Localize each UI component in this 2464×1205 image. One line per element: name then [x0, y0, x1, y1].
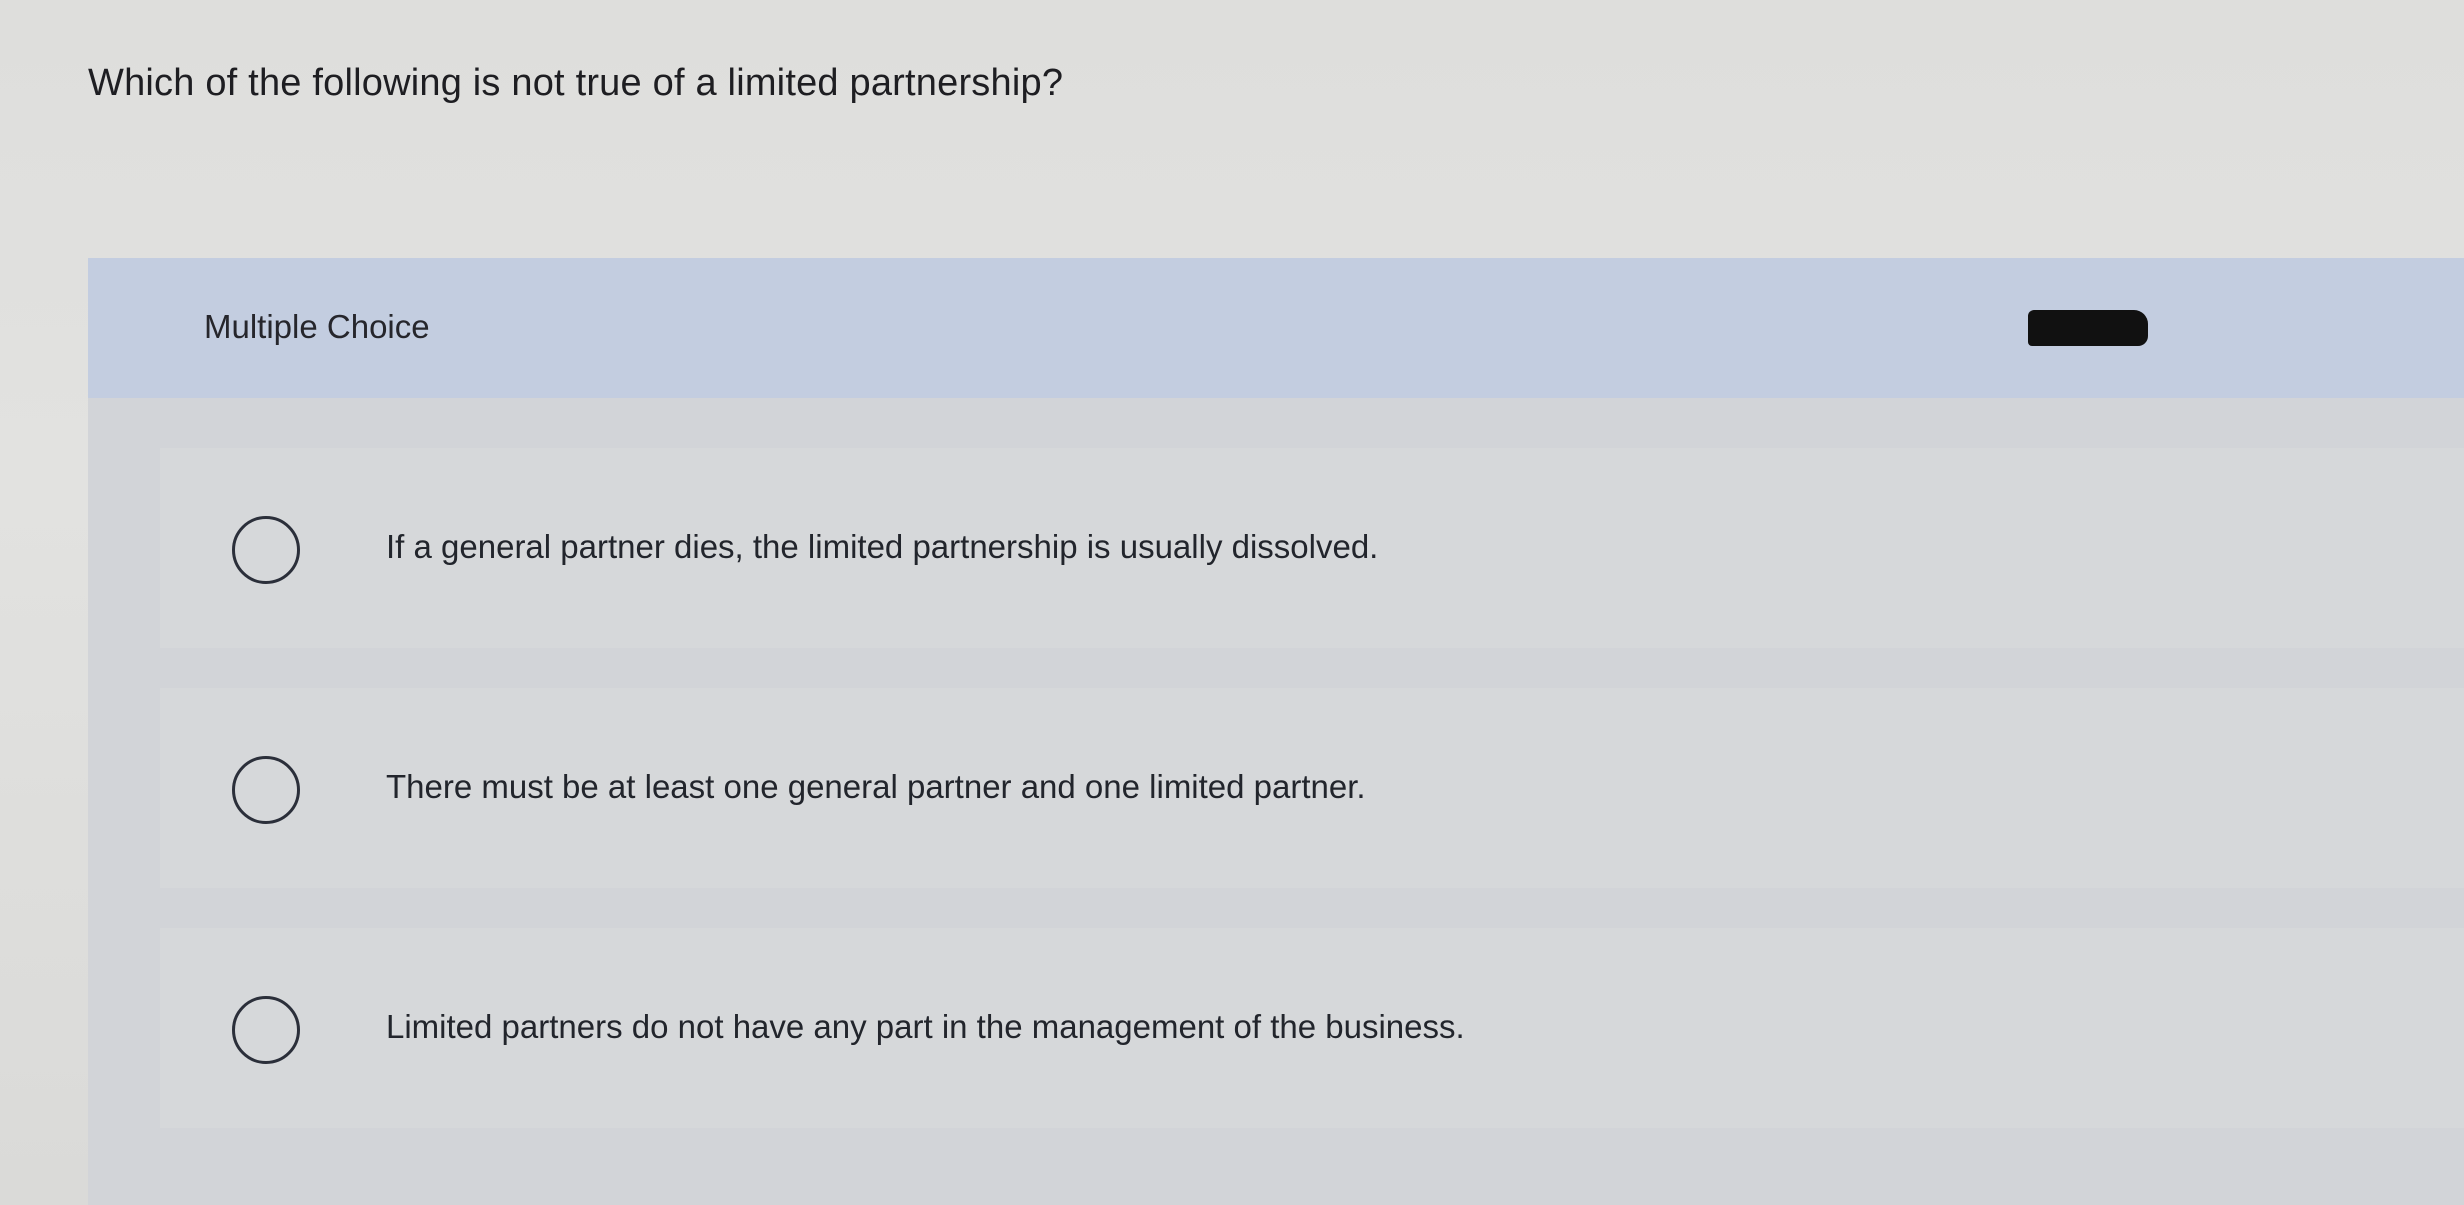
radio-button-option-3[interactable]: [232, 996, 300, 1064]
option-1[interactable]: If a general partner dies, the limited p…: [160, 448, 2464, 648]
option-2-text[interactable]: There must be at least one general partn…: [386, 768, 1366, 806]
panel-header: Multiple Choice: [88, 258, 2464, 398]
radio-button-option-2[interactable]: [232, 756, 300, 824]
redacted-mark: [2028, 310, 2148, 346]
options-list: If a general partner dies, the limited p…: [160, 448, 2464, 1188]
option-1-text[interactable]: If a general partner dies, the limited p…: [386, 528, 1378, 566]
multiple-choice-panel: Multiple Choice If a general partner die…: [88, 258, 2464, 1205]
option-2[interactable]: There must be at least one general partn…: [160, 688, 2464, 888]
option-3-text[interactable]: Limited partners do not have any part in…: [386, 1008, 1465, 1046]
radio-button-option-1[interactable]: [232, 516, 300, 584]
multiple-choice-label: Multiple Choice: [204, 308, 430, 345]
quiz-page: Which of the following is not true of a …: [0, 0, 2464, 1205]
question-text: Which of the following is not true of a …: [88, 62, 1064, 104]
option-3[interactable]: Limited partners do not have any part in…: [160, 928, 2464, 1128]
